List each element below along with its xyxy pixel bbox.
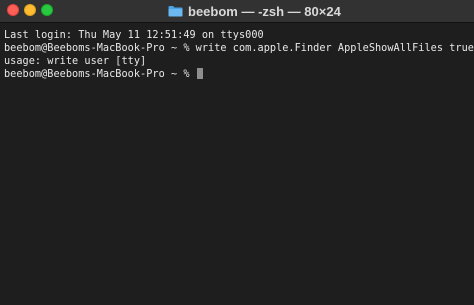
terminal-line-last-login: Last login: Thu May 11 12:51:49 on ttys0… bbox=[4, 30, 264, 41]
terminal-output[interactable]: Last login: Thu May 11 12:51:49 on ttys0… bbox=[4, 29, 474, 81]
title-bar[interactable]: beebom — -zsh — 80×24 bbox=[0, 0, 474, 23]
window-title: beebom — -zsh — 80×24 bbox=[168, 3, 341, 19]
window-title-text: beebom — -zsh — 80×24 bbox=[188, 3, 341, 19]
terminal-line-usage: usage: write user [tty] bbox=[4, 56, 147, 67]
folder-icon bbox=[168, 5, 183, 17]
text-cursor bbox=[196, 68, 203, 79]
terminal-window: beebom — -zsh — 80×24 Last login: Thu Ma… bbox=[0, 0, 474, 305]
close-button[interactable] bbox=[7, 4, 19, 16]
terminal-prompt-line[interactable]: beebom@Beeboms-MacBook-Pro ~ % bbox=[4, 68, 472, 81]
zoom-button[interactable] bbox=[41, 4, 53, 16]
minimize-button[interactable] bbox=[24, 4, 36, 16]
terminal-line-command: beebom@Beeboms-MacBook-Pro ~ % write com… bbox=[4, 43, 474, 54]
prompt-text: beebom@Beeboms-MacBook-Pro ~ % bbox=[4, 69, 196, 80]
